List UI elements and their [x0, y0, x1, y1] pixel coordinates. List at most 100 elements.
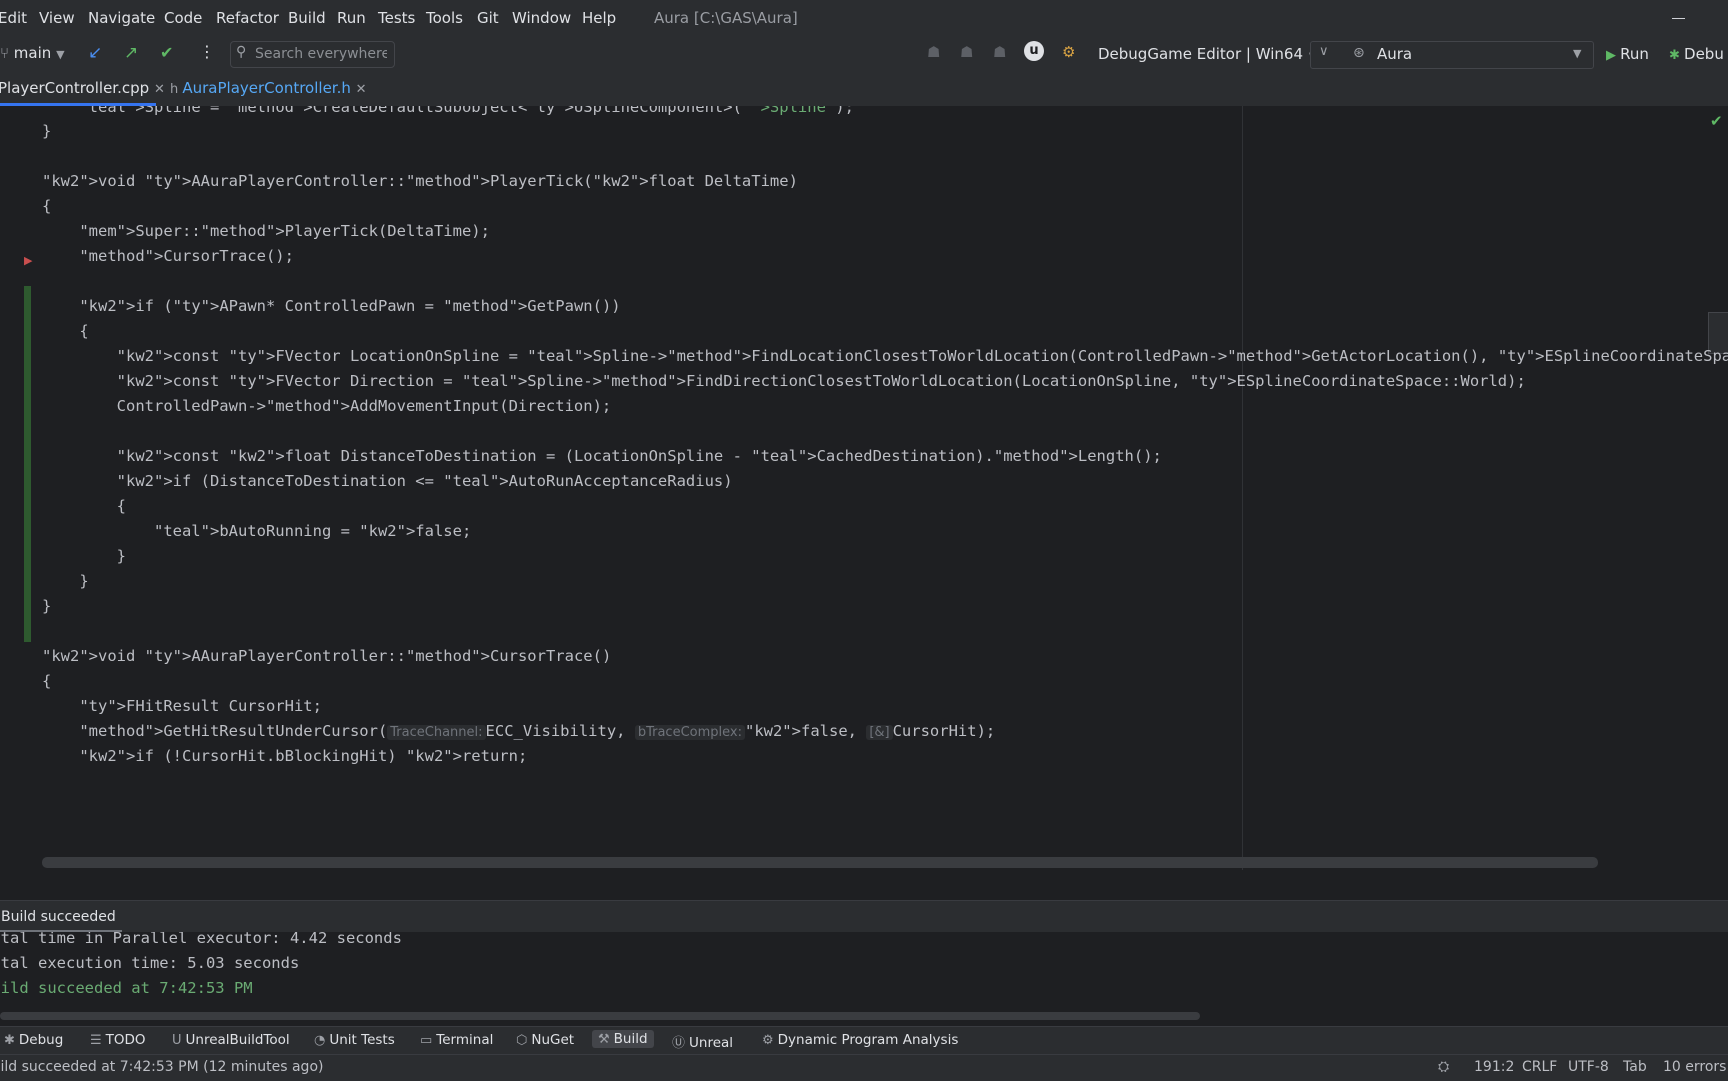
menu-code[interactable]: Code — [164, 9, 202, 27]
code-line: "kw2">const "kw2">float DistanceToDestin… — [116, 447, 1162, 465]
code-line: { — [42, 497, 126, 515]
run-label: Run — [1620, 45, 1649, 63]
menu-run[interactable]: Run — [337, 9, 366, 27]
unreal-engine-icon[interactable]: u — [1024, 41, 1044, 61]
code-line: { — [42, 322, 89, 340]
analysis-icon: ⚙ — [762, 1033, 774, 1048]
build-config-selector[interactable]: DebugGame Editor | Win64 ∨ — [1098, 45, 1316, 63]
status-message[interactable]: Build succeeded at 7:42:53 PM (12 minute… — [0, 1059, 323, 1075]
menu-git[interactable]: Git — [477, 9, 499, 27]
menu-help[interactable]: Help — [582, 9, 616, 27]
unreal-icon: Ⓤ — [672, 1036, 686, 1051]
run-configuration-selector[interactable]: ∨ ⊛ Aura ▼ — [1310, 41, 1594, 69]
inspection-settings-icon[interactable]: ⛭ — [1438, 1059, 1449, 1075]
search-icon: ⚲ — [236, 44, 247, 60]
menu-build[interactable]: Build — [288, 9, 326, 27]
line-endings[interactable]: CRLF — [1522, 1059, 1557, 1075]
build-config-icon: ⚙ — [1062, 43, 1076, 61]
tool-tab-debug[interactable]: ✱ Debug — [4, 1032, 63, 1048]
tool-tab-todo[interactable]: ☰ TODO — [90, 1032, 146, 1048]
list-icon: ☰ — [90, 1033, 102, 1048]
run-button[interactable]: ▶ Run — [1606, 45, 1649, 63]
code-line: { — [42, 672, 52, 690]
code-line: "method">CursorTrace(); — [79, 247, 294, 265]
close-icon[interactable]: ✕ — [356, 82, 367, 97]
horizontal-scrollbar[interactable] — [0, 1012, 1200, 1020]
minimize-button[interactable] — [1672, 8, 1686, 22]
bug-icon: ✱ — [1669, 48, 1685, 63]
menu-view[interactable]: View — [39, 9, 75, 27]
menu-bar: Edit View Navigate Code Refactor Build R… — [0, 0, 1728, 38]
header-file-icon: h — [170, 82, 183, 97]
code-line: "ty">FHitResult CursorHit; — [79, 697, 322, 715]
right-margin-guide — [1242, 106, 1243, 870]
chevron-down-icon: ▼ — [1573, 47, 1582, 60]
multiplayer-icon-2[interactable]: ☗ — [960, 43, 973, 61]
multiplayer-icon[interactable]: ☗ — [927, 43, 940, 61]
editor-tab-bar: PlayerController.cpp ✕ h AuraPlayerContr… — [0, 72, 1728, 107]
tool-tab-nuget[interactable]: ⬡ NuGet — [516, 1032, 574, 1048]
file-encoding[interactable]: UTF-8 — [1568, 1059, 1609, 1075]
menu-edit[interactable]: Edit — [0, 9, 27, 27]
menu-tools[interactable]: Tools — [426, 9, 463, 27]
code-editor[interactable]: ✔ ▶ "teal">Spline = "method">CreateDefau… — [0, 106, 1728, 870]
tab-playercontroller-cpp[interactable]: PlayerController.cpp ✕ — [0, 79, 165, 97]
tool-tab-terminal[interactable]: ▭ Terminal — [420, 1032, 493, 1048]
gamepad-icon[interactable]: ☗ — [993, 43, 1006, 61]
tab-auraplayercontroller-h[interactable]: h AuraPlayerController.h ✕ — [170, 79, 367, 97]
tool-tab-dynamic-program-analysis[interactable]: ⚙ Dynamic Program Analysis — [762, 1032, 958, 1048]
status-bar: Build succeeded at 7:42:53 PM (12 minute… — [0, 1054, 1728, 1081]
more-icon[interactable]: ⋮ — [199, 42, 215, 61]
code-line: "kw2">if (DistanceToDestination <= "teal… — [116, 472, 733, 490]
tab-label: AuraPlayerController.h — [182, 79, 351, 97]
caret-position[interactable]: 191:2 — [1474, 1059, 1514, 1075]
inspection-ok-icon[interactable]: ✔ — [1710, 112, 1723, 130]
code-line: "teal">bAutoRunning = "kw2">false; — [153, 522, 472, 540]
test-icon: ◔ — [314, 1033, 326, 1048]
close-icon[interactable]: ✕ — [154, 82, 165, 97]
menu-window[interactable]: Window — [512, 9, 571, 27]
indent-style[interactable]: Tab — [1623, 1059, 1647, 1075]
menu-refactor[interactable]: Refactor — [216, 9, 279, 27]
push-icon[interactable]: ↗ — [124, 43, 138, 63]
tool-tab-unreal[interactable]: Ⓤ Unreal — [672, 1032, 733, 1051]
code-line: } — [42, 572, 89, 590]
menu-tests[interactable]: Tests — [378, 9, 415, 27]
search-field[interactable]: ⚲ — [230, 41, 395, 68]
breakpoint-icon[interactable]: ▶ — [24, 254, 32, 267]
horizontal-scrollbar[interactable] — [42, 857, 1598, 868]
bug-icon: ✱ — [4, 1033, 15, 1048]
git-branch-icon: ⑂ — [0, 44, 10, 62]
debug-button[interactable]: ✱ Debu — [1669, 45, 1724, 63]
build-output[interactable]: Total time in Parallel executor: 4.42 se… — [0, 932, 1728, 1030]
debug-label: Debu — [1684, 45, 1724, 63]
terminal-icon: ▭ — [420, 1033, 433, 1048]
error-count[interactable]: 10 errors i — [1663, 1059, 1728, 1075]
build-result-tab[interactable]: Build succeeded — [1, 909, 116, 925]
update-project-icon[interactable]: ↙ — [88, 43, 102, 63]
tool-tab-unit-tests[interactable]: ◔ Unit Tests — [314, 1032, 395, 1048]
branch-selector[interactable]: ⑂ main ▼ — [0, 44, 65, 62]
output-line: Build succeeded at 7:42:53 PM — [0, 979, 253, 997]
code-line: "kw2">const "ty">FVector LocationOnSplin… — [116, 347, 1728, 365]
code-line: "method">GetHitResultUnderCursor(TraceCh… — [79, 722, 996, 740]
menu-navigate[interactable]: Navigate — [88, 9, 155, 27]
code-line: "mem">Super::"method">PlayerTick(DeltaTi… — [79, 222, 490, 240]
output-line: Total execution time: 5.03 seconds — [0, 954, 300, 972]
gamepad-icon: ⊛ — [1353, 45, 1365, 61]
hammer-icon: ⚒ — [598, 1032, 610, 1047]
tool-tab-build[interactable]: ⚒ Build — [592, 1030, 654, 1048]
search-input[interactable] — [255, 45, 387, 63]
code-line: { — [42, 197, 52, 215]
build-config-label: DebugGame Editor | Win64 — [1098, 45, 1303, 63]
code-line: "kw2">const "ty">FVector Direction = "te… — [116, 372, 1526, 390]
code-line: "teal">Spline = "method">CreateDefaultSu… — [79, 106, 854, 116]
toolbar: ⑂ main ▼ ↙ ↗ ✔ ⋮ ⚲ ☗ ☗ ☗ u ⚙ DebugGame E… — [0, 38, 1728, 72]
commit-icon[interactable]: ✔ — [160, 43, 173, 62]
code-line: } — [42, 597, 52, 615]
code-line: ControlledPawn->"method">AddMovementInpu… — [42, 397, 612, 415]
chevron-down-icon: ▼ — [56, 48, 65, 61]
tool-tab-unrealbuildtool[interactable]: U UnrealBuildTool — [172, 1032, 290, 1048]
vcs-change-marker — [24, 286, 31, 642]
code-line: "kw2">void "ty">AAuraPlayerController::"… — [42, 172, 798, 190]
